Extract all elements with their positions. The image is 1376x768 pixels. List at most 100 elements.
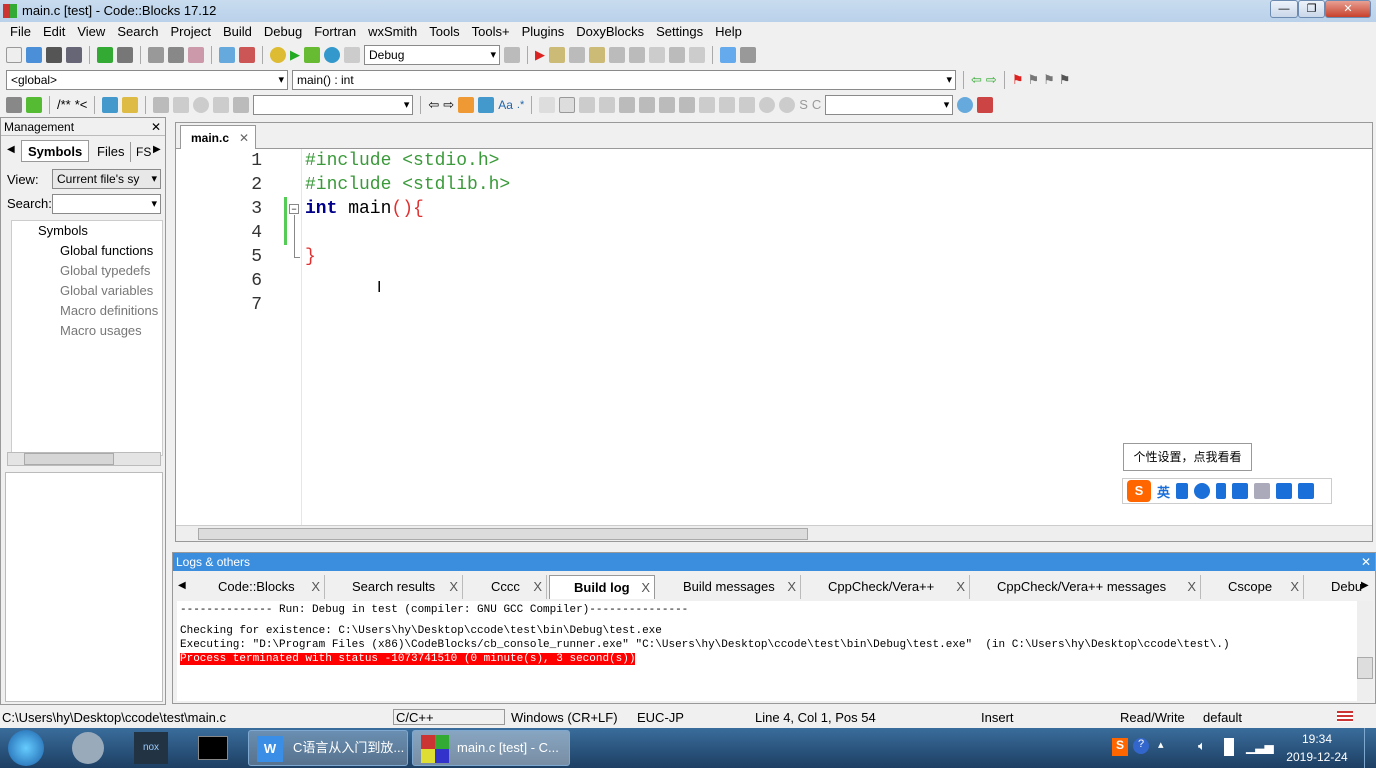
log-tab-build-log[interactable]: Build log X — [549, 575, 655, 599]
settings-tool-icon[interactable] — [977, 96, 994, 113]
save-icon[interactable] — [46, 46, 62, 63]
doxy-help-icon[interactable] — [122, 96, 139, 113]
menu-settings[interactable]: Settings — [650, 22, 709, 42]
run-to-cursor-icon[interactable] — [549, 46, 565, 63]
build-log-output[interactable]: -------------- Run: Debug in test (compi… — [177, 601, 1357, 701]
ime-menu-icon[interactable] — [1298, 483, 1315, 499]
regex-icon[interactable]: .* — [517, 99, 524, 111]
debug-windows-icon[interactable] — [720, 46, 736, 63]
punctuation-icon[interactable] — [1176, 483, 1189, 499]
menu-debug[interactable]: Debug — [258, 22, 308, 42]
s-icon[interactable]: S — [799, 97, 808, 112]
open-icon[interactable] — [26, 46, 42, 63]
settings-gear-icon[interactable] — [72, 732, 104, 764]
widget1-icon[interactable] — [699, 96, 716, 113]
task-wps-document[interactable]: W C语言从入门到放... — [248, 730, 408, 766]
sogou-tray-icon[interactable]: S — [1112, 738, 1128, 756]
frame-icon[interactable] — [559, 96, 576, 113]
sogou-logo-icon[interactable]: S — [1127, 480, 1151, 502]
nox-icon[interactable]: nox — [134, 732, 168, 764]
editor-horizontal-scrollbar[interactable] — [176, 525, 1372, 541]
undo-icon[interactable] — [97, 46, 113, 63]
volume-icon[interactable]: 🔈︎ — [1198, 738, 1206, 754]
layout1-icon[interactable] — [619, 96, 636, 113]
menu-fortran[interactable]: Fortran — [308, 22, 362, 42]
menu-file[interactable]: File — [4, 22, 37, 42]
next-line-icon[interactable] — [569, 46, 585, 63]
build-run-icon[interactable] — [304, 46, 320, 63]
next-icon[interactable] — [213, 96, 230, 113]
log-tab-cppcheck[interactable]: CppCheck/Vera++ X — [804, 575, 970, 599]
show-desktop-button[interactable] — [1364, 728, 1376, 768]
doxy-wizard-icon[interactable] — [6, 96, 22, 113]
replace-icon[interactable] — [239, 46, 255, 63]
tree-node-global-variables[interactable]: Global variables — [12, 281, 162, 301]
step-instruction-icon[interactable] — [649, 46, 665, 63]
status-language[interactable]: C/C++ — [393, 709, 505, 725]
run-icon[interactable]: ▶ — [290, 47, 300, 63]
network-signal-icon[interactable]: ▁▃▅ — [1246, 740, 1274, 754]
menu-project[interactable]: Project — [165, 22, 217, 42]
next-bookmark-icon[interactable]: ⚑ — [1043, 72, 1055, 88]
step-out-icon[interactable] — [609, 46, 625, 63]
match-case-icon[interactable]: Aa — [498, 98, 513, 112]
selection-icon[interactable] — [478, 96, 495, 113]
log-vertical-scrollbar[interactable] — [1357, 601, 1373, 701]
fold-collapse-icon[interactable]: − — [289, 204, 299, 214]
paste-icon[interactable] — [188, 46, 204, 63]
menu-help[interactable]: Help — [709, 22, 748, 42]
view-select[interactable]: Current file's sy — [52, 169, 161, 189]
redo-icon[interactable] — [117, 46, 133, 63]
power-icon[interactable] — [1224, 738, 1234, 756]
maximize-button[interactable]: ❐ — [1298, 0, 1325, 18]
next-instruction-icon[interactable] — [629, 46, 645, 63]
tray-expand-icon[interactable]: ▴ — [1158, 738, 1164, 751]
close-button[interactable]: ✕ — [1325, 0, 1371, 18]
log-tab-search-results[interactable]: Search results X — [328, 575, 463, 599]
pause-icon[interactable] — [669, 46, 685, 63]
clock[interactable]: 19:34 2019-12-24 — [1282, 732, 1352, 764]
arrow-left-icon[interactable]: ⇦ — [428, 97, 439, 113]
microphone-icon[interactable] — [1216, 483, 1227, 499]
target-options-icon[interactable] — [504, 46, 520, 63]
copy-icon[interactable] — [168, 46, 184, 63]
step-into-icon[interactable] — [589, 46, 605, 63]
help-tray-icon[interactable]: ? — [1133, 738, 1149, 754]
keyboard-icon[interactable] — [1232, 483, 1249, 499]
menu-tools-plus[interactable]: Tools+ — [466, 22, 516, 42]
menu-search[interactable]: Search — [111, 22, 164, 42]
tab-close-button[interactable]: ✕ — [239, 131, 249, 145]
menu-edit[interactable]: Edit — [37, 22, 71, 42]
doxy-block-comment-button[interactable]: /** — [57, 97, 71, 112]
tab-fs[interactable]: FS — [132, 142, 155, 162]
logs-close-button[interactable]: ✕ — [1361, 553, 1371, 571]
ime-lang-toggle[interactable]: 英 — [1157, 482, 1170, 501]
prev-icon[interactable] — [173, 96, 190, 113]
tab-symbols[interactable]: Symbols — [21, 140, 90, 162]
menu-tools[interactable]: Tools — [423, 22, 465, 42]
menu-wxsmith[interactable]: wxSmith — [362, 22, 423, 42]
tab-files[interactable]: Files — [91, 142, 132, 162]
new-file-icon[interactable] — [6, 46, 22, 63]
prev-bookmark-icon[interactable]: ⚑ — [1027, 72, 1039, 88]
panel-icon[interactable] — [579, 96, 596, 113]
find-icon[interactable] — [219, 46, 235, 63]
tabs-left-arrow-icon[interactable]: ◀ — [7, 144, 15, 155]
rebuild-icon[interactable] — [324, 46, 340, 63]
menu-build[interactable]: Build — [217, 22, 258, 42]
abort-icon[interactable] — [344, 46, 360, 63]
log-tab-cppcheck-messages[interactable]: CppCheck/Vera++ messages X — [973, 575, 1201, 599]
tree-node-global-functions[interactable]: Global functions — [12, 241, 162, 261]
tree-node-symbols[interactable]: Symbols — [12, 221, 162, 241]
symbol-search-input[interactable] — [52, 194, 161, 214]
arrow-right-icon[interactable]: ⇨ — [443, 97, 454, 113]
clear-icon[interactable] — [233, 96, 250, 113]
console-icon[interactable] — [198, 736, 228, 760]
ime-user-icon[interactable] — [1254, 483, 1271, 499]
emoji-icon[interactable] — [1194, 483, 1211, 499]
tree-node-macro-usages[interactable]: Macro usages — [12, 321, 162, 341]
log-tab-cccc[interactable]: Cccc X — [467, 575, 547, 599]
menu-view[interactable]: View — [71, 22, 111, 42]
doxy-html-icon[interactable] — [102, 96, 119, 113]
log-tabs-right-arrow-icon[interactable]: ▶ — [1361, 580, 1369, 591]
